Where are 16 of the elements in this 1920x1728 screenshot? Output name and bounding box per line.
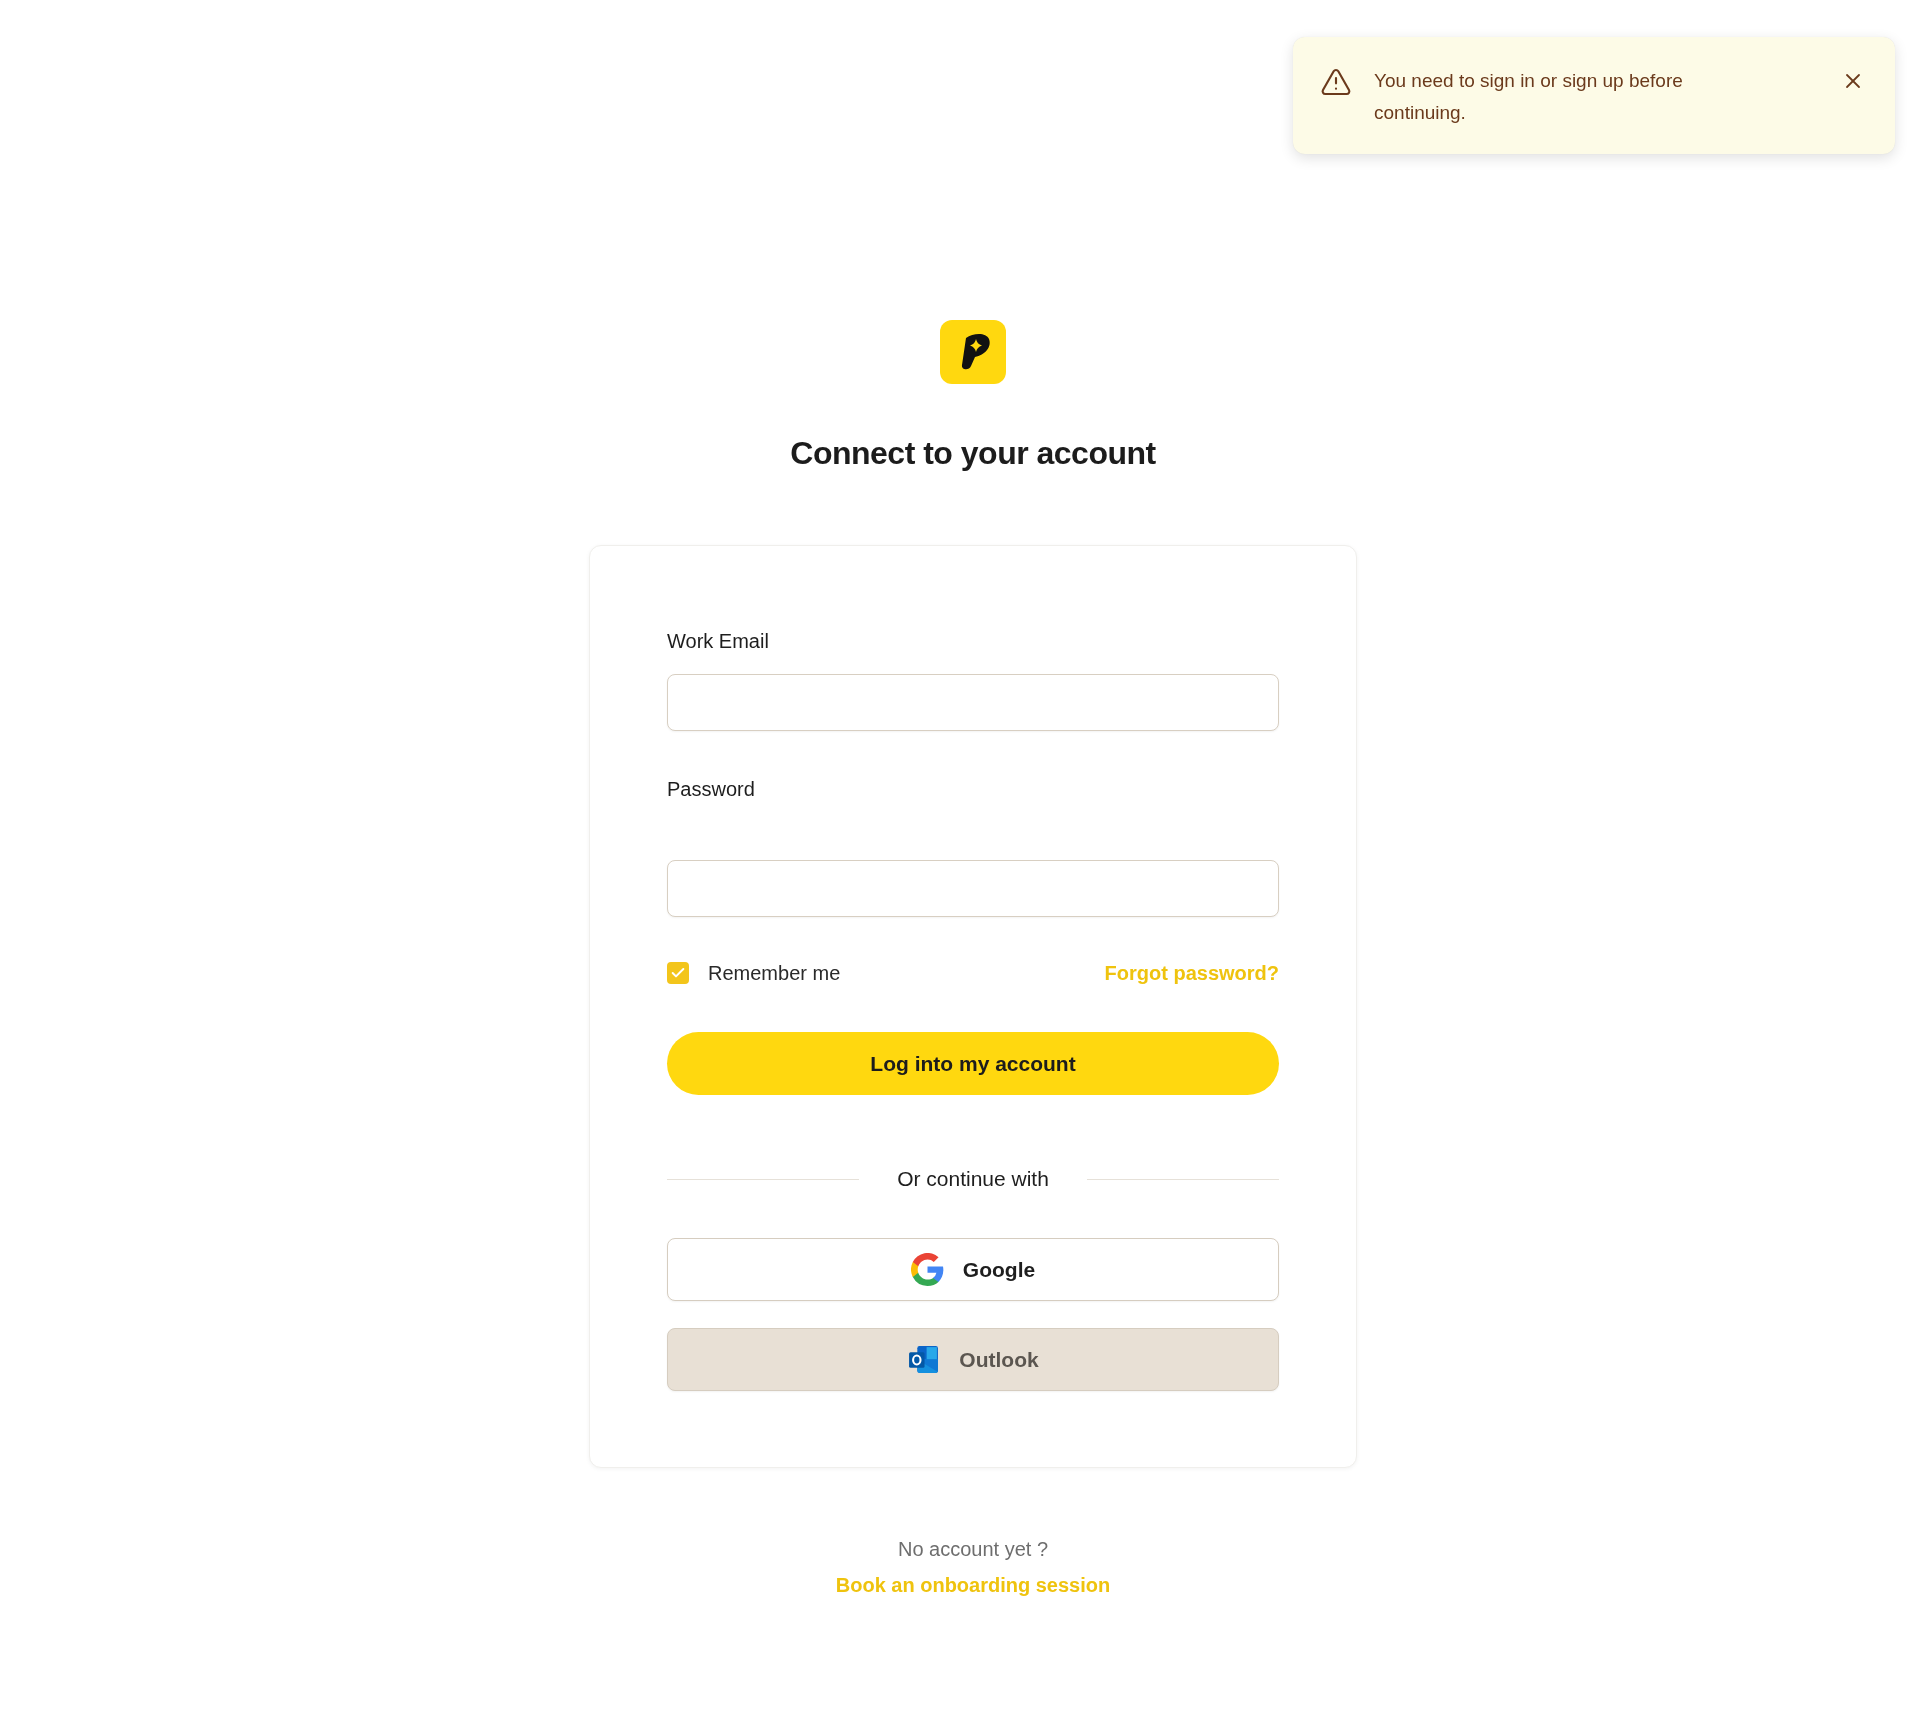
login-button[interactable]: Log into my account: [667, 1032, 1279, 1095]
checkbox-label: Remember me: [708, 961, 841, 986]
warning-icon: [1320, 66, 1352, 98]
field-label: Password: [667, 777, 756, 801]
google-logo-icon: [910, 1253, 944, 1286]
field-label: Work Email: [667, 629, 770, 653]
page-title: Connect to your account: [790, 434, 1156, 473]
checkbox[interactable]: [667, 962, 689, 984]
provider-button[interactable]: Google: [667, 1238, 1279, 1301]
password-field[interactable]: [667, 860, 1279, 917]
divider-label: Or continue with: [897, 1166, 1049, 1192]
footer-prompt: No account yet ?: [897, 1537, 1049, 1561]
toast-message: You need to sign in or sign up before continuing.: [1374, 69, 1684, 125]
logo-icon: [940, 320, 1006, 384]
outlook-logo-icon: [907, 1343, 941, 1376]
email-field[interactable]: [667, 674, 1279, 731]
